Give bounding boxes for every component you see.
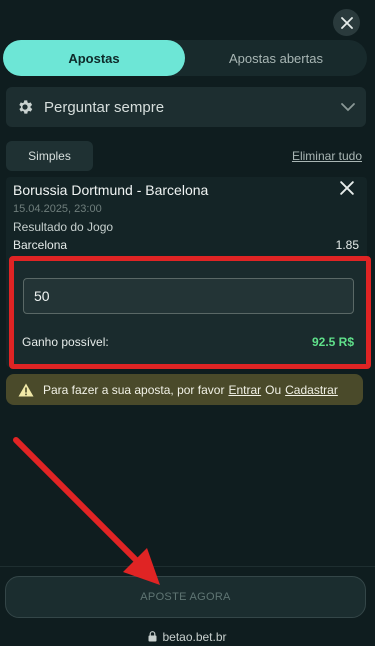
match-title: Borussia Dortmund - Barcelona [13,182,209,198]
login-link[interactable]: Entrar [228,383,261,397]
place-bet-button[interactable]: APOSTE AGORA [5,576,366,618]
url-text: betao.bet.br [162,629,227,644]
chevron-down-icon [341,103,355,112]
lock-icon [148,631,157,642]
selection-name: Barcelona [13,238,68,252]
odds-value: 1.85 [335,238,359,252]
possible-gain-value: 92.5 R$ [311,335,354,349]
setting-label: Perguntar sempre [44,98,165,116]
close-icon [340,16,353,29]
remove-all-link[interactable]: Eliminar tudo [292,149,362,163]
warning-text: Para fazer a sua aposta, por favor [43,382,225,397]
market-name: Resultado do Jogo [13,220,114,234]
remove-bet-icon[interactable] [340,181,354,195]
match-date: 15.04.2025, 23:00 [13,203,102,215]
register-link[interactable]: Cadastrar [285,383,338,397]
betslip-tabs: Apostas Apostas abertas [3,40,367,76]
gear-icon [19,100,33,114]
bet-card: Borussia Dortmund - Barcelona 15.04.2025… [6,177,371,369]
stake-input[interactable] [23,278,354,314]
simples-button[interactable]: Simples [6,141,93,171]
possible-gain-label: Ganho possível: [22,335,109,349]
odds-change-setting[interactable]: Perguntar sempre [6,87,366,127]
warning-or: Ou [265,382,282,397]
bet-type-row: Simples Eliminar tudo [6,141,366,171]
stake-highlight-box: Ganho possível: 92.5 R$ [9,256,371,369]
warning-icon [18,383,34,396]
close-button[interactable] [333,9,360,36]
tab-apostas[interactable]: Apostas [3,40,185,76]
divider [0,566,375,567]
login-warning: Para fazer a sua aposta, por favor Entra… [6,374,363,405]
browser-url-bar[interactable]: betao.bet.br [0,627,375,646]
tab-apostas-abertas[interactable]: Apostas abertas [185,40,367,76]
